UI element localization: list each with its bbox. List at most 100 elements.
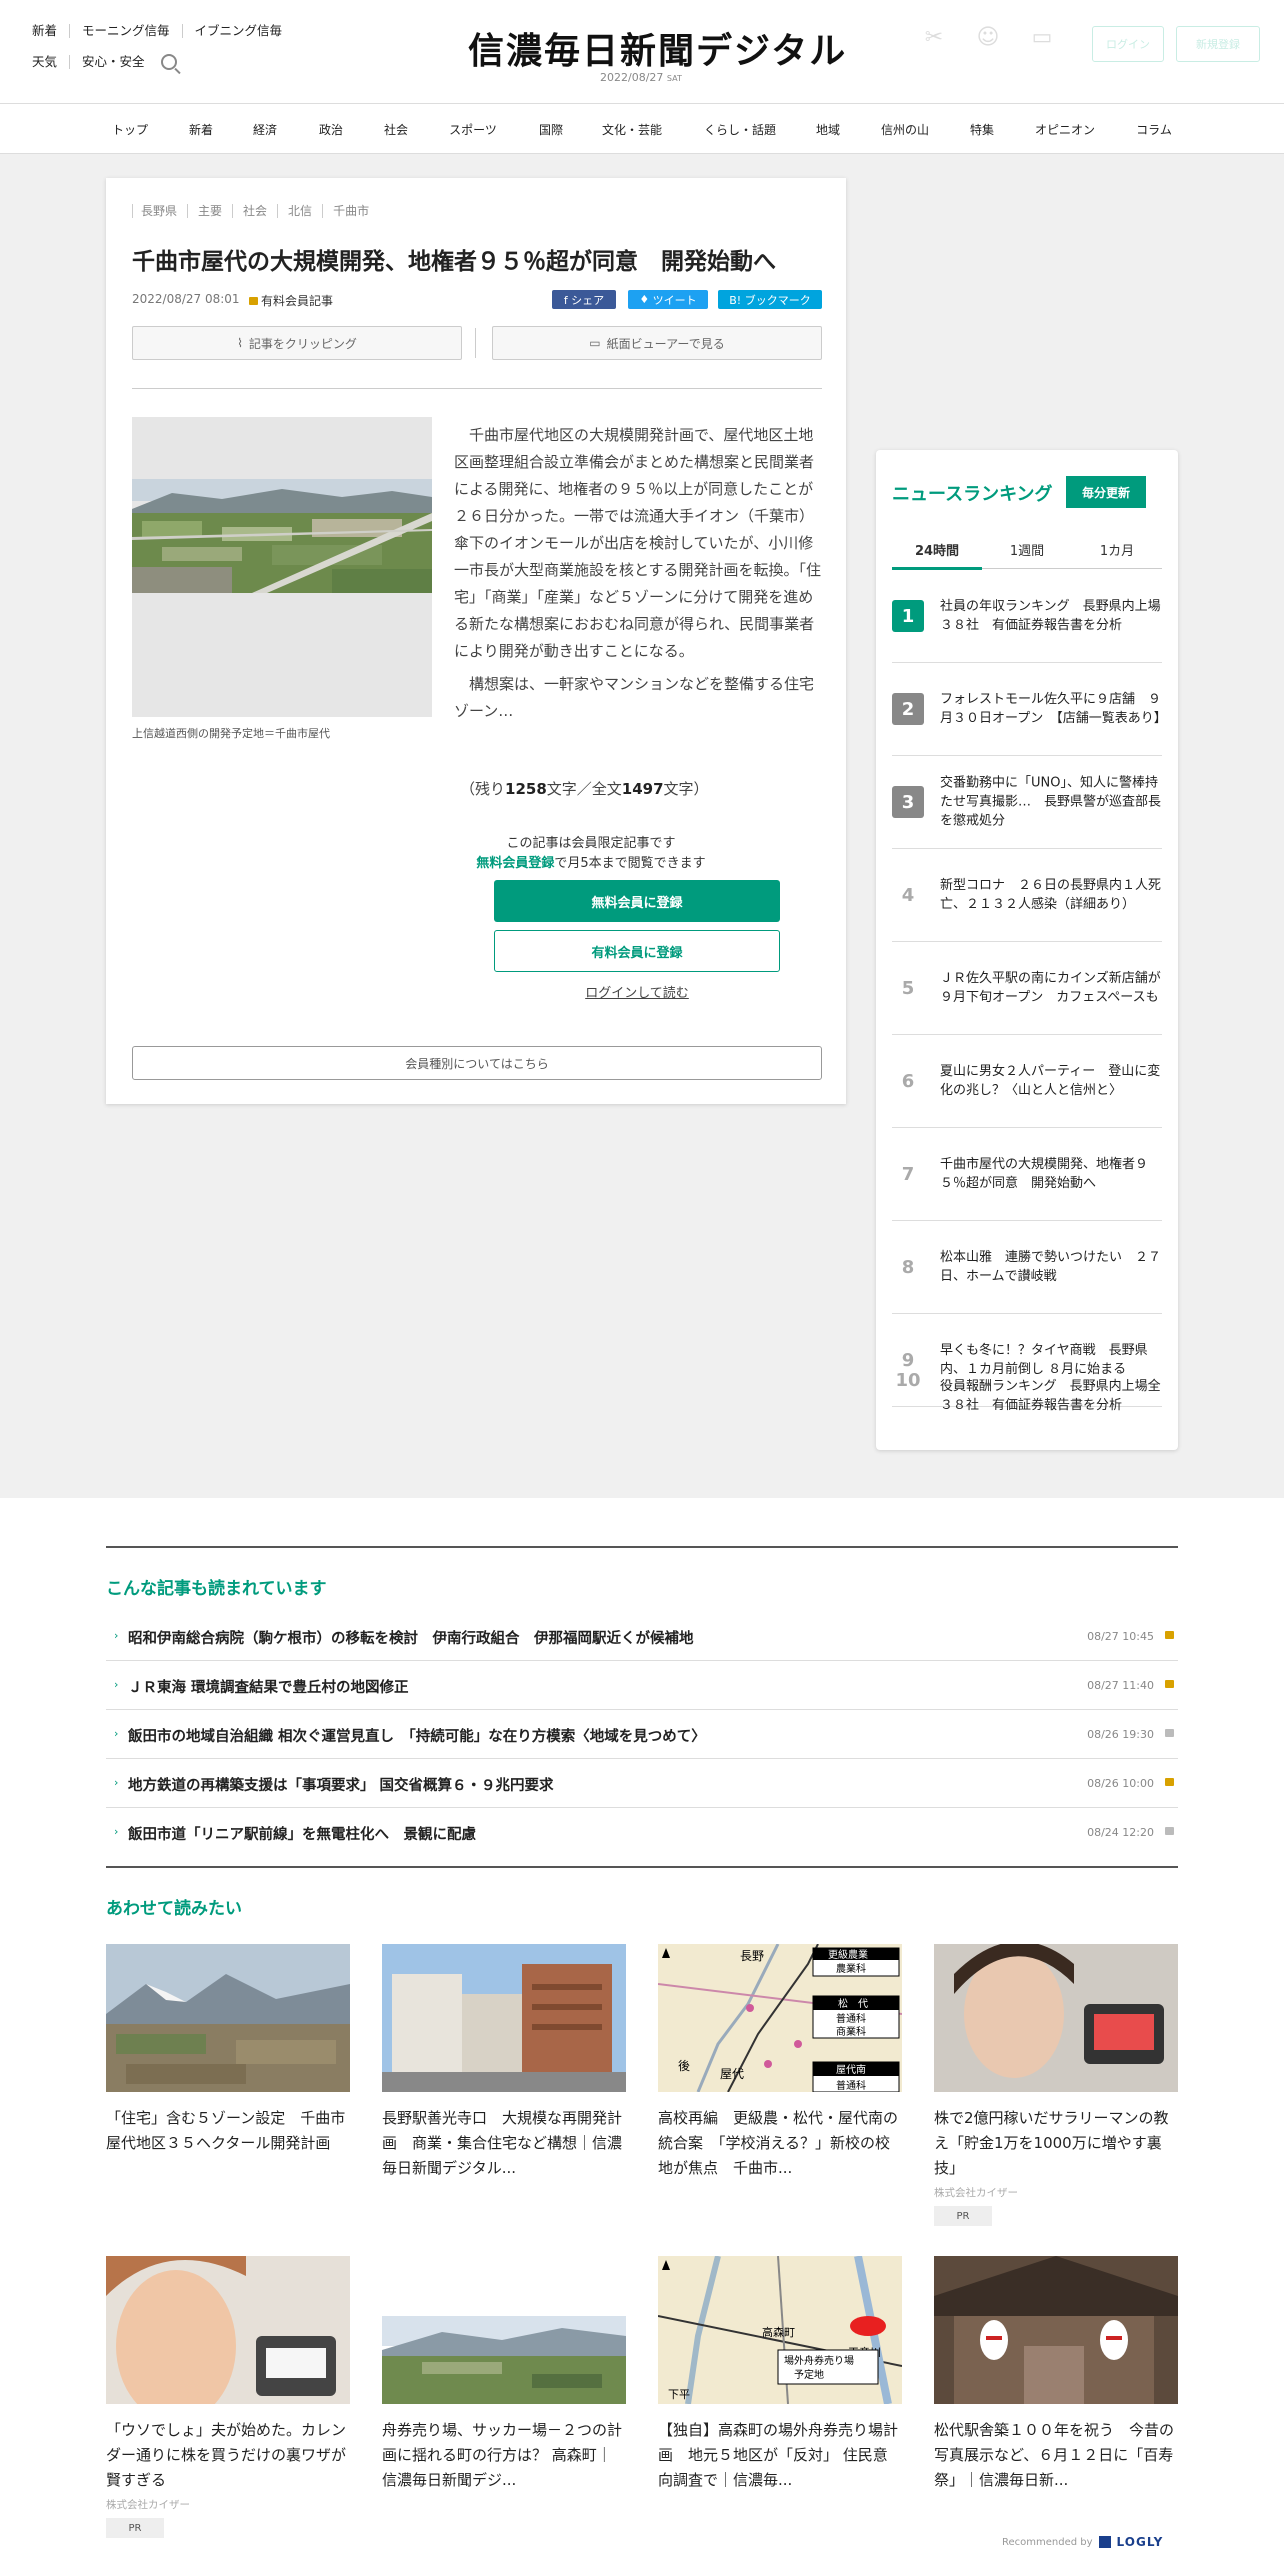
card-image bbox=[382, 1944, 626, 2092]
chevron-right-icon: › bbox=[114, 1727, 119, 1740]
recommend-card[interactable]: 松代駅舎築１００年を祝う 今昔の写真展示など、６月１２日に「百寿祭」｜信濃毎日新… bbox=[934, 2256, 1178, 2493]
card-map: 長野 更級農業 農業科 松 代 普通科 商業科 屋代南 普通科 後 屋代 bbox=[658, 1944, 902, 2092]
card-image bbox=[382, 2256, 626, 2404]
photo-caption: 上信越道西側の開発予定地＝千曲市屋代 bbox=[132, 727, 330, 740]
nav-feature[interactable]: 特集 bbox=[970, 121, 994, 138]
tag-nagano[interactable]: 長野県 bbox=[132, 204, 187, 218]
nav-economy[interactable]: 経済 bbox=[253, 121, 277, 138]
register-button[interactable]: 新規登録 bbox=[1176, 26, 1260, 62]
nav-society[interactable]: 社会 bbox=[384, 121, 408, 138]
ranking-item[interactable]: 8 松本山雅 連勝で勢いつけたい ２７日、ホームで讃岐戦 bbox=[892, 1221, 1162, 1314]
map-label: 屋代南 bbox=[836, 2063, 866, 2076]
clip-article-button[interactable]: ⌇ 記事をクリッピング bbox=[132, 326, 462, 360]
site-logo[interactable]: 信濃毎日新聞デジタル bbox=[468, 22, 847, 74]
article-body: 千曲市屋代地区の大規模開発計画で、屋代地区土地区画整理組合設立準備会がまとめた構… bbox=[454, 422, 824, 725]
site-header: 新着 モーニング信毎 イブニング信毎 天気 安心・安全 信濃毎日新聞デジタル 2… bbox=[0, 0, 1284, 104]
tab-1week[interactable]: 1週間 bbox=[982, 540, 1072, 559]
article-title: 千曲市屋代の大規模開発、地権者９５％超が同意 開発始動へ bbox=[132, 249, 776, 275]
header-second-links: 天気 安心・安全 bbox=[32, 54, 177, 70]
nav-opinion[interactable]: オピニオン bbox=[1035, 121, 1095, 138]
ranking-item[interactable]: 7 千曲市屋代の大規模開発、地権者９５％超が同意 開発始動へ bbox=[892, 1128, 1162, 1221]
ranking-item[interactable]: 2 フォレストモール佐久平に９店舗 ９月３０日オープン 【店舗一覧表あり】 bbox=[892, 663, 1167, 756]
recommend-card-pr[interactable]: 株で2億円稼いだサラリーマンの教え「貯金1万を1000万に増やす裏技」 株式会社… bbox=[934, 1944, 1178, 2226]
nav-life[interactable]: くらし・話題 bbox=[704, 121, 776, 138]
recommend-card[interactable]: 長野 更級農業 農業科 松 代 普通科 商業科 屋代南 普通科 後 屋代 高校再… bbox=[658, 1944, 902, 2181]
map-label: 下平 bbox=[668, 2388, 690, 2401]
hatena-bookmark-button[interactable]: B! ブックマーク bbox=[718, 290, 822, 309]
map-label: 場外舟券売り場 bbox=[784, 2354, 854, 2367]
nav-region[interactable]: 地域 bbox=[816, 121, 840, 138]
nav-top[interactable]: トップ bbox=[112, 121, 148, 138]
viewer-icon[interactable]: ▭ bbox=[1020, 26, 1064, 62]
tag-hokushin[interactable]: 北信 bbox=[277, 204, 322, 218]
recommend-card[interactable]: 「住宅」含む５ゾーン設定 千曲市屋代地区３５ヘクタール開発計画 bbox=[106, 1944, 350, 2156]
paid-register-button[interactable]: 有料会員に登録 bbox=[494, 930, 780, 972]
facebook-share-button[interactable]: f シェア bbox=[552, 290, 616, 309]
member-badge: 有料会員記事 bbox=[249, 292, 333, 309]
rank-number: 8 bbox=[901, 1256, 915, 1278]
list-item[interactable]: › ＪＲ東海 環境調査結果で豊丘村の地図修正 08/27 11:40 bbox=[106, 1661, 1178, 1710]
list-item[interactable]: › 地方鉄道の再構築支援は「事項要求」 国交省概算６・９兆円要求 08/26 10:… bbox=[106, 1759, 1178, 1808]
map-label: 屋代 bbox=[720, 2067, 744, 2081]
link-morning[interactable]: モーニング信毎 bbox=[69, 24, 182, 38]
lock-icon bbox=[1165, 1680, 1174, 1688]
nav-column[interactable]: コラム bbox=[1136, 121, 1172, 138]
nav-politics[interactable]: 政治 bbox=[319, 121, 343, 138]
map-label: 商業科 bbox=[836, 2025, 866, 2038]
nav-international[interactable]: 国際 bbox=[539, 121, 563, 138]
nav-culture[interactable]: 文化・芸能 bbox=[602, 121, 662, 138]
nav-sports[interactable]: スポーツ bbox=[449, 121, 497, 138]
nav-new[interactable]: 新着 bbox=[189, 121, 213, 138]
recommend-card-pr[interactable]: 「ウソでしょ」夫が始めた。カレンダー通りに株を買うだけの裏ワザが賢すぎる 株式会… bbox=[106, 2256, 350, 2538]
tab-1month[interactable]: 1カ月 bbox=[1072, 540, 1162, 559]
member-types-button[interactable]: 会員種別についてはこちら bbox=[132, 1046, 822, 1080]
recommend-card[interactable]: 舟券売り場、サッカー場－２つの計画に揺れる町の行方は？ 高森町｜信濃毎日新聞デジ… bbox=[382, 2256, 626, 2493]
card-title: 「住宅」含む５ゾーン設定 千曲市屋代地区３５ヘクタール開発計画 bbox=[106, 2109, 346, 2152]
tag-main[interactable]: 主要 bbox=[187, 204, 232, 218]
link-evening[interactable]: イブニング信毎 bbox=[181, 24, 295, 38]
login-to-read-link[interactable]: ログインして読む bbox=[494, 982, 780, 1001]
popular-title: こんな記事も読まれています bbox=[106, 1579, 327, 1599]
free-register-link[interactable]: 無料会員登録 bbox=[476, 856, 554, 871]
article-photo[interactable] bbox=[132, 417, 432, 717]
ranking-text: 千曲市屋代の大規模開発、地権者９５％超が同意 開発始動へ bbox=[940, 1157, 1149, 1191]
pr-badge: PR bbox=[934, 2206, 992, 2226]
clipping-icon[interactable]: ✂ bbox=[912, 26, 956, 62]
paper-viewer-button[interactable]: ▭ 紙面ビューアーで見る bbox=[492, 326, 822, 360]
ranking-item[interactable]: 3 交番勤務中に「UNO」、知人に警棒持たせ写真撮影… 長野県警が巡査部長を懲戒処… bbox=[892, 756, 1162, 849]
recommend-card[interactable]: 高森町 天竜川 場外舟券売り場 予定地 下平 【独自】高森町の場外舟券売り場計画… bbox=[658, 2256, 902, 2493]
section-divider bbox=[106, 1866, 1178, 1868]
ranking-item[interactable]: 10 役員報酬ランキング 長野県内上場全３８社 有価証券報告書を分析 bbox=[892, 1353, 1162, 1439]
list-item[interactable]: › 飯田市道「リニア駅前線」を無電柱化へ 景観に配慮 08/24 12:20 bbox=[106, 1808, 1178, 1857]
tag-chikuma[interactable]: 千曲市 bbox=[322, 204, 379, 218]
card-image bbox=[106, 1944, 350, 2092]
link-weather[interactable]: 天気 bbox=[32, 55, 69, 69]
search-icon[interactable] bbox=[160, 54, 177, 70]
card-map: 高森町 天竜川 場外舟券売り場 予定地 下平 bbox=[658, 2256, 902, 2404]
pr-badge: PR bbox=[106, 2518, 164, 2538]
chevron-right-icon: › bbox=[114, 1776, 119, 1789]
rank-number: 7 bbox=[901, 1163, 915, 1185]
tag-society[interactable]: 社会 bbox=[232, 204, 277, 218]
myfollow-icon[interactable]: ☺ bbox=[966, 26, 1010, 62]
link-safety[interactable]: 安心・安全 bbox=[69, 55, 157, 69]
ranking-item[interactable]: 5 ＪＲ佐久平駅の南にカインズ新店舗が９月下旬オープン カフェスペースも bbox=[892, 942, 1162, 1035]
link-new[interactable]: 新着 bbox=[32, 24, 69, 38]
tab-24h[interactable]: 24時間 bbox=[892, 540, 982, 559]
login-button[interactable]: ログイン bbox=[1092, 26, 1164, 62]
card-title: 高校再編 更級農・松代・屋代南の統合案 「学校消える？」新校の校地が焦点 千曲市… bbox=[658, 2109, 899, 2177]
list-item[interactable]: › 昭和伊南総合病院（駒ケ根市）の移転を検討 伊南行政組合 伊那福岡駅近くが候補地… bbox=[106, 1612, 1178, 1661]
free-register-button[interactable]: 無料会員に登録 bbox=[494, 880, 780, 922]
list-item[interactable]: › 飯田市の地域自治組織 相次ぐ運営見直し 「持続可能」な在り方模索〈地域を見つめ… bbox=[106, 1710, 1178, 1759]
nav-mountain[interactable]: 信州の山 bbox=[881, 121, 929, 138]
twitter-share-button[interactable]: ♦ ツイート bbox=[628, 290, 708, 309]
lock-icon bbox=[1165, 1631, 1174, 1639]
header-icons: ✂ ☺ ▭ bbox=[912, 26, 1064, 62]
ranking-item[interactable]: 6 夏山に男女２人パーティー 登山に変化の兆し？〈山と人と信州と〉 bbox=[892, 1035, 1162, 1128]
recommend-card[interactable]: 長野駅善光寺口 大規模な再開発計画 商業・集合住宅など構想｜信濃毎日新聞デジタル… bbox=[382, 1944, 626, 2181]
ranking-item[interactable]: 1 社員の年収ランキング 長野県内上場３８社 有価証券報告書を分析 bbox=[892, 570, 1162, 663]
ranking-item[interactable]: 4 新型コロナ ２６日の長野県内１人死亡、２１３２人感染（詳細あり） bbox=[892, 849, 1162, 942]
recommended-by[interactable]: Recommended by LOGLY bbox=[1002, 2535, 1163, 2549]
card-title: 舟券売り場、サッカー場－２つの計画に揺れる町の行方は？ 高森町｜信濃毎日新聞デジ… bbox=[382, 2421, 623, 2489]
article-card: 長野県 主要 社会 北信 千曲市 千曲市屋代の大規模開発、地権者９５％超が同意 … bbox=[106, 178, 846, 1104]
